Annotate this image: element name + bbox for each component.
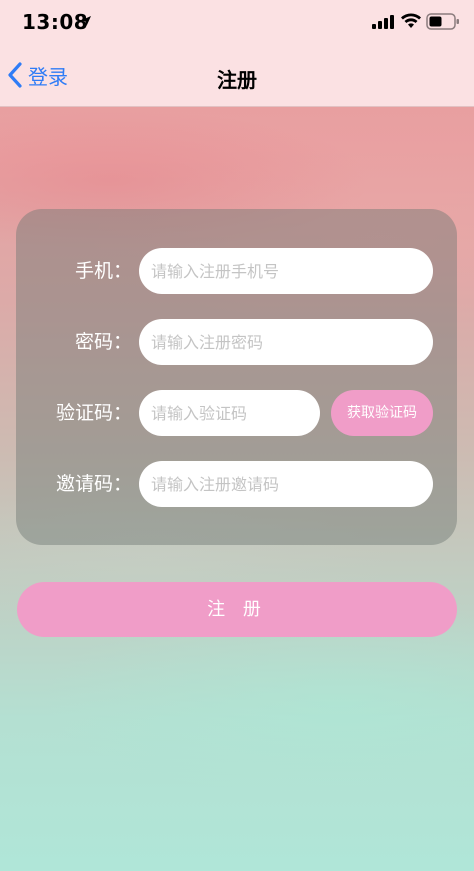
invite-code-row: 邀请码： xyxy=(16,461,457,507)
password-label: 密码： xyxy=(74,331,132,353)
phone-row: 手机： xyxy=(16,248,457,294)
wifi-icon xyxy=(401,13,421,28)
register-form-card: 手机： 密码： 验证码： 获取验证码 邀请码： xyxy=(16,209,457,545)
battery-icon xyxy=(426,13,459,30)
register-button[interactable]: 注 册 xyxy=(17,582,457,637)
page-title: 注册 xyxy=(217,68,257,92)
get-verification-code-button[interactable]: 获取验证码 xyxy=(331,390,433,436)
verification-code-label: 验证码： xyxy=(55,402,132,424)
header: 13:08 登录 注册 xyxy=(0,0,474,107)
status-bar: 13:08 xyxy=(0,0,474,44)
verification-code-input[interactable] xyxy=(139,390,320,436)
invite-code-input[interactable] xyxy=(139,461,433,507)
location-arrow-icon xyxy=(81,16,91,26)
navigation-bar: 登录 注册 xyxy=(0,44,474,106)
verification-code-row: 验证码： 获取验证码 xyxy=(16,390,457,436)
cellular-signal-icon xyxy=(372,15,394,29)
phone-label: 手机： xyxy=(74,260,132,282)
status-time: 13:08 xyxy=(22,10,89,34)
invite-code-label: 邀请码： xyxy=(55,473,132,495)
password-row: 密码： xyxy=(16,319,457,365)
phone-input[interactable] xyxy=(139,248,433,294)
password-input[interactable] xyxy=(139,319,433,365)
